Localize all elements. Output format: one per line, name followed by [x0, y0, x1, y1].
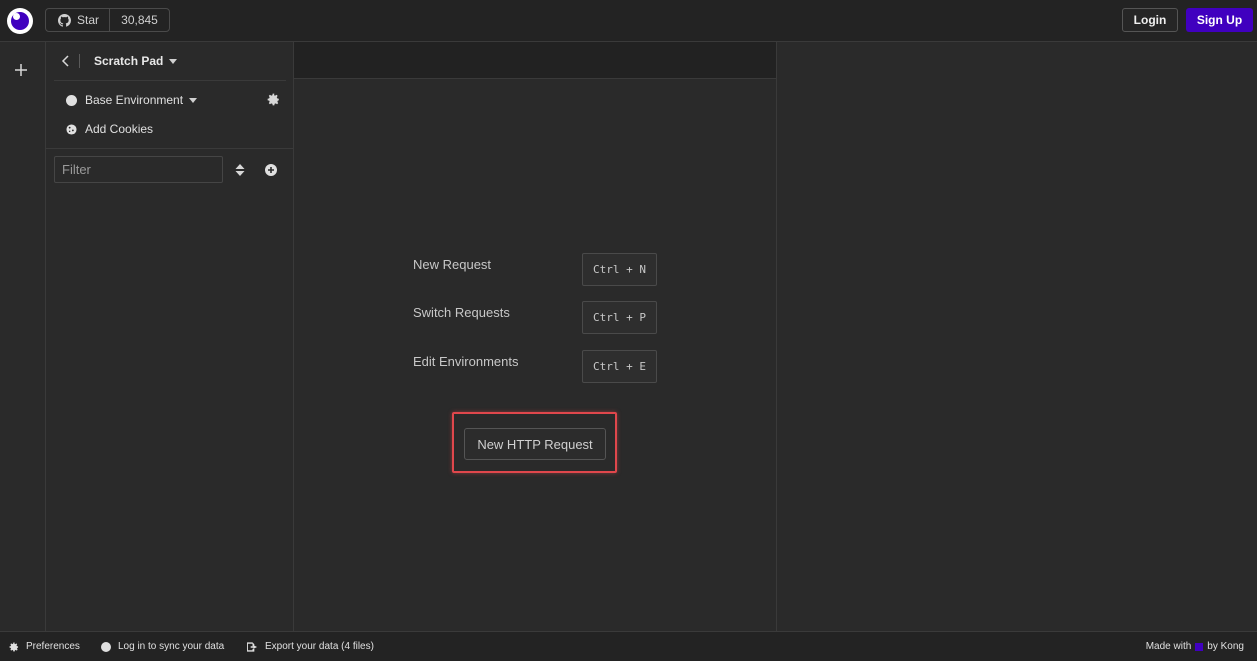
sync-dot-icon — [101, 641, 111, 652]
left-rail — [0, 42, 46, 631]
preferences-label: Preferences — [26, 641, 80, 652]
shortcut-new-request: New Request Ctrl + N — [413, 253, 658, 287]
header-divider — [79, 54, 80, 68]
sync-login-button[interactable]: Log in to sync your data — [101, 641, 224, 652]
made-with-label: Made with — [1145, 641, 1192, 652]
add-cookies-button[interactable]: Add Cookies — [66, 122, 153, 136]
signup-button[interactable]: Sign Up — [1186, 8, 1253, 32]
chevron-down-icon — [189, 97, 198, 103]
export-data-button[interactable]: Export your data (4 files) — [247, 641, 374, 652]
shortcut-keys: Ctrl + N — [582, 253, 657, 286]
cookie-icon — [66, 123, 77, 135]
sort-icon[interactable] — [235, 164, 245, 176]
made-with-credit: Made with by Kong — [1146, 641, 1244, 652]
export-label: Export your data (4 files) — [265, 641, 374, 652]
shortcut-label: Edit Environments — [413, 354, 519, 369]
github-star-button[interactable]: Star — [46, 9, 110, 31]
shortcut-edit-environments: Edit Environments Ctrl + E — [413, 350, 658, 384]
chevron-down-icon[interactable] — [169, 58, 178, 64]
shortcut-switch-requests: Switch Requests Ctrl + P — [413, 301, 658, 335]
request-panel-header — [294, 42, 776, 79]
star-label: Star — [77, 13, 100, 27]
gear-icon[interactable] — [267, 93, 280, 106]
chevron-left-icon[interactable] — [59, 54, 73, 68]
star-count[interactable]: 30,845 — [110, 13, 169, 27]
top-bar: Star 30,845 Login Sign Up — [0, 0, 1257, 42]
environment-dot-icon — [66, 94, 77, 106]
login-button[interactable]: Login — [1122, 8, 1178, 32]
request-panel: New Request Ctrl + N Switch Requests Ctr… — [294, 42, 777, 631]
sidebar: Scratch Pad Base Environment Add Cookies — [46, 42, 294, 631]
preferences-button[interactable]: Preferences — [9, 641, 80, 652]
by-kong-label: by Kong — [1207, 641, 1244, 652]
insomnia-logo-icon[interactable] — [7, 8, 33, 34]
filter-input[interactable] — [54, 156, 223, 183]
shortcut-label: New Request — [413, 257, 492, 272]
sidebar-header: Scratch Pad — [54, 42, 286, 81]
environment-selector[interactable]: Base Environment — [66, 93, 198, 107]
response-panel — [777, 42, 1257, 631]
footer: Preferences Log in to sync your data Exp… — [0, 631, 1257, 661]
new-http-request-button[interactable]: New HTTP Request — [464, 428, 606, 460]
github-star-widget: Star 30,845 — [45, 8, 170, 32]
github-icon — [58, 13, 71, 27]
sync-label: Log in to sync your data — [118, 641, 225, 652]
environment-label: Base Environment — [85, 93, 184, 107]
heart-icon — [1195, 642, 1204, 651]
project-title[interactable]: Scratch Pad — [94, 54, 163, 68]
shortcut-keys: Ctrl + P — [582, 301, 657, 334]
export-icon — [247, 641, 258, 652]
shortcut-label: Switch Requests — [413, 305, 510, 320]
add-cookies-label: Add Cookies — [85, 122, 154, 136]
add-circle-icon[interactable] — [265, 164, 277, 176]
gear-icon — [9, 642, 19, 651]
shortcut-keys: Ctrl + E — [582, 350, 657, 383]
plus-icon[interactable] — [13, 62, 29, 78]
sidebar-divider — [46, 148, 293, 149]
